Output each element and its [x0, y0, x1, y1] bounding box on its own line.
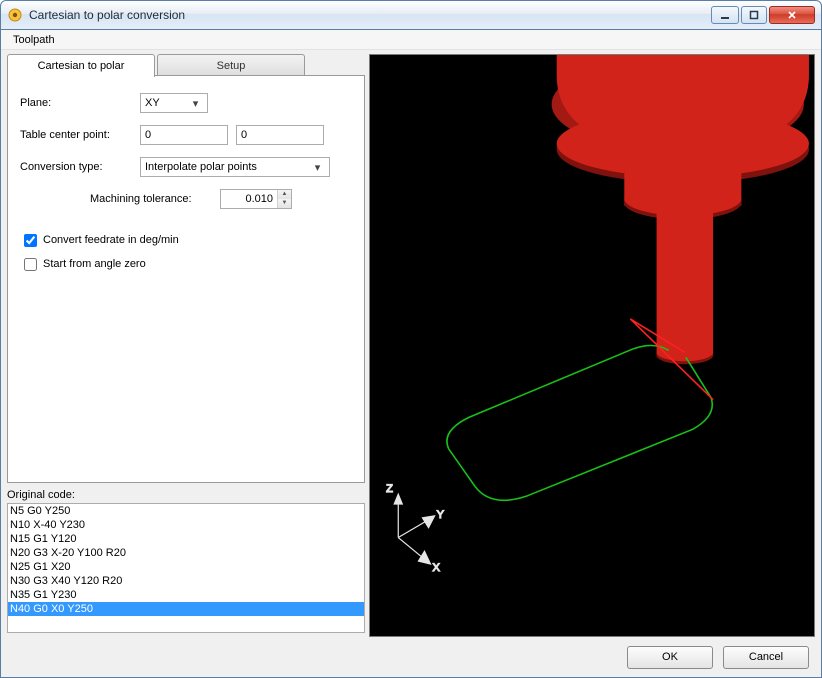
axis-z-label: Z [386, 483, 393, 495]
spin-down-icon[interactable]: ▼ [278, 199, 291, 208]
code-line[interactable]: N35 G1 Y230 [8, 588, 364, 602]
start-angle-zero-checkbox[interactable] [24, 258, 37, 271]
spin-up-icon[interactable]: ▲ [278, 190, 291, 199]
code-line[interactable]: N5 G0 Y250 [8, 504, 364, 518]
code-line[interactable]: N15 G1 Y120 [8, 532, 364, 546]
tab-cartesian-to-polar[interactable]: Cartesian to polar [7, 54, 155, 77]
start-angle-zero-label: Start from angle zero [43, 258, 146, 270]
tab-setup[interactable]: Setup [157, 54, 305, 76]
tab-strip: Cartesian to polar Setup [7, 54, 365, 76]
tab-label: Cartesian to polar [38, 60, 125, 72]
ok-label: OK [662, 651, 678, 663]
window-controls [711, 6, 815, 24]
close-button[interactable] [769, 6, 815, 24]
center-label: Table center point: [20, 129, 140, 141]
dialog-buttons: OK Cancel [1, 637, 821, 677]
conversion-type-select[interactable]: Interpolate polar points ▾ [140, 157, 330, 177]
minimize-button[interactable] [711, 6, 739, 24]
plane-select[interactable]: XY ▾ [140, 93, 208, 113]
code-line[interactable]: N10 X-40 Y230 [8, 518, 364, 532]
code-line[interactable]: N20 G3 X-20 Y100 R20 [8, 546, 364, 560]
center-y-input[interactable] [236, 125, 324, 145]
left-panel: Cartesian to polar Setup Plane: XY ▾ Tab… [7, 54, 365, 637]
ok-button[interactable]: OK [627, 646, 713, 669]
title-bar: Cartesian to polar conversion [0, 0, 822, 30]
content-area: Cartesian to polar Setup Plane: XY ▾ Tab… [1, 50, 821, 637]
toolpath-render [447, 319, 713, 500]
conversion-type-label: Conversion type: [20, 161, 140, 173]
code-line[interactable]: N30 G3 X40 Y120 R20 [8, 574, 364, 588]
original-code-label: Original code: [7, 489, 365, 501]
tab-label: Setup [217, 60, 246, 72]
app-icon [7, 7, 23, 23]
tool-render [552, 55, 814, 364]
cancel-label: Cancel [749, 651, 783, 663]
window-title: Cartesian to polar conversion [29, 8, 711, 22]
menu-toolpath[interactable]: Toolpath [7, 32, 61, 48]
convert-feedrate-label: Convert feedrate in deg/min [43, 234, 179, 246]
original-code-list[interactable]: N5 G0 Y250N10 X-40 Y230N15 G1 Y120N20 G3… [7, 503, 365, 633]
convert-feedrate-checkbox[interactable] [24, 234, 37, 247]
chevron-down-icon: ▾ [188, 97, 203, 110]
menu-bar: Toolpath [1, 30, 821, 50]
conversion-type-value: Interpolate polar points [145, 161, 257, 173]
tolerance-stepper[interactable]: ▲ ▼ [220, 189, 292, 209]
plane-label: Plane: [20, 97, 140, 109]
axis-y-label: Y [437, 509, 445, 521]
maximize-button[interactable] [741, 6, 767, 24]
viewport-3d[interactable]: Z Y X [369, 54, 815, 637]
tab-page-cartesian: Plane: XY ▾ Table center point: Conversi… [7, 75, 365, 483]
code-line[interactable]: N25 G1 X20 [8, 560, 364, 574]
plane-value: XY [145, 97, 160, 109]
code-line[interactable]: N40 G0 X0 Y250 [8, 602, 364, 616]
cancel-button[interactable]: Cancel [723, 646, 809, 669]
window-body: Toolpath Cartesian to polar Setup Plane:… [0, 30, 822, 678]
axis-triad: Z Y X [386, 483, 445, 574]
tolerance-label: Machining tolerance: [90, 193, 220, 205]
chevron-down-icon: ▾ [310, 161, 325, 174]
center-x-input[interactable] [140, 125, 228, 145]
tolerance-input[interactable] [221, 190, 277, 208]
axis-x-label: X [433, 562, 441, 574]
